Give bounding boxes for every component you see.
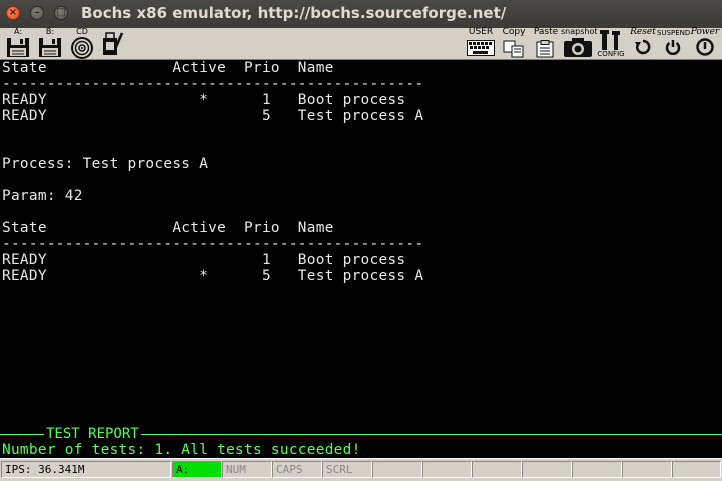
floppy-a-button[interactable]: A: bbox=[4, 28, 32, 59]
console-line: READY * 1 Boot process bbox=[2, 92, 406, 108]
status-slot bbox=[672, 461, 721, 478]
floppy-b-button[interactable]: B: bbox=[36, 28, 64, 59]
status-slot bbox=[572, 461, 622, 478]
num-lock-led: NUM bbox=[222, 461, 272, 478]
floppy-a-led: A: bbox=[172, 461, 222, 478]
power-button[interactable]: Power bbox=[689, 28, 721, 59]
status-slot bbox=[372, 461, 422, 478]
window-maximize-button[interactable]: □ bbox=[54, 6, 68, 20]
console-line: ----------------------------------------… bbox=[2, 236, 424, 252]
config-button[interactable]: CONFIG bbox=[597, 28, 625, 59]
window-titlebar[interactable]: × – □ Bochs x86 emulator, http://bochs.s… bbox=[0, 0, 722, 28]
status-slot bbox=[422, 461, 472, 478]
console-line: State Active Prio Name bbox=[2, 60, 334, 76]
console-line: READY * 5 Test process A bbox=[2, 268, 424, 284]
config-tools-icon bbox=[600, 30, 620, 50]
snapshot-button[interactable]: snapshot bbox=[561, 27, 598, 59]
keyboard-icon bbox=[467, 40, 495, 56]
console-line: READY 5 Test process A bbox=[2, 108, 424, 124]
paste-button[interactable]: Paste bbox=[532, 28, 560, 59]
camera-icon bbox=[564, 38, 592, 57]
cdrom-icon bbox=[71, 37, 93, 59]
window-minimize-button[interactable]: – bbox=[30, 6, 44, 20]
reset-icon bbox=[635, 39, 651, 55]
floppy-icon bbox=[7, 38, 29, 57]
floppy-a-label: A: bbox=[13, 27, 23, 36]
close-icon: × bbox=[8, 7, 18, 18]
media-button[interactable] bbox=[98, 28, 126, 59]
console-line: ----------------------------------------… bbox=[2, 76, 424, 92]
power-icon bbox=[696, 38, 714, 56]
config-label: CONFIG bbox=[597, 50, 625, 58]
console-line: State Active Prio Name bbox=[2, 220, 334, 236]
window-close-button[interactable]: × bbox=[6, 6, 20, 20]
scroll-lock-led: SCRL bbox=[322, 461, 372, 478]
reset-button[interactable]: Reset bbox=[626, 28, 660, 59]
status-bar: IPS: 36.341M A: NUM CAPS SCRL bbox=[0, 458, 722, 481]
paste-label: Paste bbox=[533, 27, 559, 37]
status-slot bbox=[622, 461, 672, 478]
console-line: READY 1 Boot process bbox=[2, 252, 406, 268]
copy-icon bbox=[503, 40, 524, 58]
console-line: Process: Test process A bbox=[2, 156, 209, 172]
window-title: Bochs x86 emulator, http://bochs.sourcef… bbox=[81, 4, 507, 22]
console-line: Param: 42 bbox=[2, 188, 83, 204]
reset-label: Reset bbox=[630, 27, 656, 37]
paste-icon bbox=[536, 40, 554, 58]
minimize-icon: – bbox=[34, 7, 40, 18]
caps-lock-led: CAPS bbox=[272, 461, 322, 478]
status-slot bbox=[472, 461, 522, 478]
test-report-title: TEST REPORT bbox=[44, 426, 141, 442]
floppy-b-label: B: bbox=[45, 27, 55, 36]
cdrom-label: CD bbox=[76, 27, 88, 36]
emulator-screen[interactable]: State Active Prio Name -----------------… bbox=[0, 60, 722, 458]
copy-button[interactable]: Copy bbox=[501, 28, 527, 59]
usb-drive-icon bbox=[103, 32, 124, 55]
cdrom-button[interactable]: CD bbox=[68, 28, 96, 59]
suspend-label: SUSPEND bbox=[657, 29, 691, 37]
floppy-icon bbox=[39, 38, 61, 57]
power-label: Power bbox=[690, 27, 720, 37]
ips-indicator: IPS: 36.341M bbox=[1, 461, 171, 478]
copy-label: Copy bbox=[502, 27, 526, 37]
bochs-toolbar: A: B: CD USER Copy Paste snapshot CONFIG… bbox=[0, 28, 722, 60]
status-slot bbox=[522, 461, 572, 478]
test-report-result: Number of tests: 1. All tests succeeded! bbox=[2, 442, 361, 458]
user-label: USER bbox=[468, 27, 494, 37]
user-button[interactable]: USER bbox=[466, 28, 496, 59]
maximize-icon: □ bbox=[56, 7, 66, 18]
suspend-icon bbox=[665, 40, 681, 55]
suspend-button[interactable]: SUSPEND bbox=[657, 28, 691, 59]
snapshot-label: snapshot bbox=[561, 27, 598, 36]
